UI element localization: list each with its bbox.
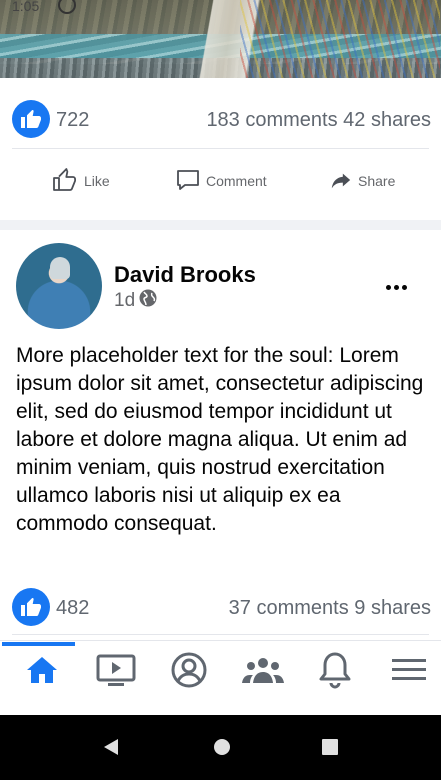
comments-shares-count[interactable]: 183 comments 42 shares	[206, 108, 431, 132]
post-separator	[0, 220, 441, 230]
recents-icon[interactable]	[318, 735, 342, 759]
thumbs-up-icon	[52, 167, 78, 195]
comments-shares-count[interactable]: 37 comments 9 shares	[229, 596, 431, 620]
status-time: 1:05	[12, 0, 40, 14]
like-count[interactable]: 482	[56, 596, 89, 620]
post-timestamp: 1d	[114, 288, 158, 314]
comment-label: Comment	[206, 173, 267, 189]
active-tab-indicator	[2, 642, 75, 646]
like-reaction-icon	[12, 588, 50, 626]
author-name[interactable]: David Brooks	[114, 262, 256, 288]
post-actions: Like Comment Share	[0, 166, 441, 196]
video-icon[interactable]	[88, 650, 144, 690]
post-text: More placeholder text for the soul: Lore…	[16, 344, 424, 535]
post-stats: 482 37 comments 9 shares	[0, 588, 441, 628]
more-options-icon[interactable]	[386, 282, 410, 292]
comment-icon	[176, 168, 200, 195]
like-reaction-icon	[12, 100, 50, 138]
notifications-icon[interactable]	[307, 650, 363, 690]
like-count[interactable]: 722	[56, 108, 89, 132]
like-label: Like	[84, 173, 110, 189]
post-photo[interactable]: 1:05	[0, 0, 441, 78]
share-button[interactable]: Share	[330, 166, 395, 196]
profile-icon[interactable]	[161, 650, 217, 690]
comment-button[interactable]: Comment	[176, 166, 267, 196]
groups-icon[interactable]	[235, 650, 291, 690]
globe-icon	[138, 288, 158, 314]
menu-icon[interactable]	[381, 650, 437, 690]
post-time-text: 1d	[114, 290, 136, 311]
share-arrow-icon	[330, 169, 352, 194]
back-icon[interactable]	[99, 735, 123, 759]
home-button-icon[interactable]	[210, 735, 234, 759]
divider	[12, 148, 429, 149]
share-label: Share	[358, 173, 396, 189]
divider	[12, 634, 429, 635]
like-button[interactable]: Like	[52, 166, 110, 196]
home-icon[interactable]	[14, 650, 70, 690]
post-stats: 722 183 comments 42 shares	[0, 100, 441, 140]
avatar[interactable]	[16, 243, 102, 329]
